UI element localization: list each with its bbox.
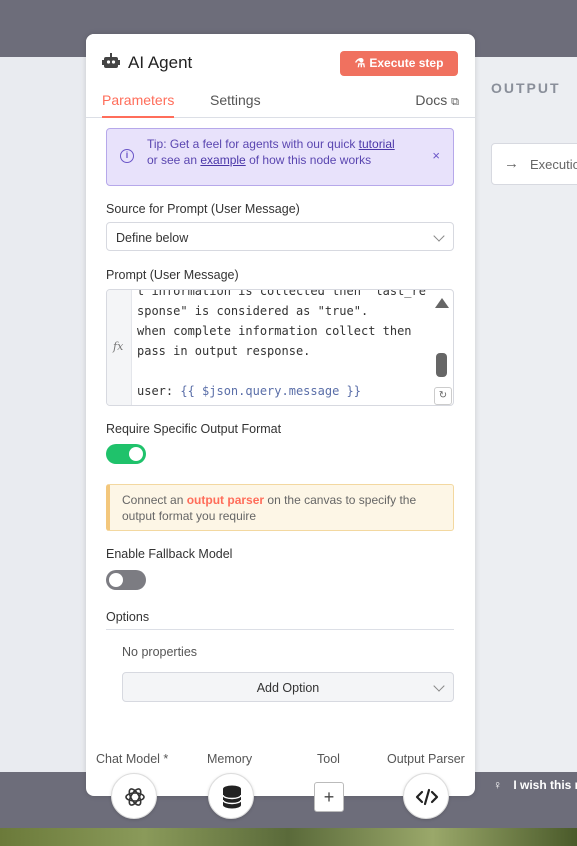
add-option-label: Add Option xyxy=(256,681,320,695)
docs-label: Docs xyxy=(415,92,448,108)
example-link[interactable]: example xyxy=(200,153,245,167)
expand-editor-icon[interactable]: ↻ xyxy=(434,387,452,405)
no-properties-text: No properties xyxy=(122,645,198,659)
prompt-editor[interactable]: fx t information is collected then "last… xyxy=(106,289,454,406)
tab-settings[interactable]: Settings xyxy=(210,92,261,108)
connector-label-memory: Memory xyxy=(207,752,253,766)
tip-text-2: or see an xyxy=(147,153,201,167)
template-expression: {{ $json.query.message }} xyxy=(180,384,361,398)
panel-header: AI Agent ⚗ Execute step xyxy=(86,34,475,90)
execute-step-label: Execute step xyxy=(369,56,444,70)
prompt-label: Prompt (User Message) xyxy=(106,268,239,282)
source-select-value: Define below xyxy=(116,231,189,245)
scroll-up-arrow-icon[interactable] xyxy=(435,298,449,308)
node-settings-panel: AI Agent ⚗ Execute step Parameters Settin… xyxy=(86,34,475,796)
tip-text-3: of how this node works xyxy=(245,153,372,167)
connector-label-chat-model: Chat Model * xyxy=(96,752,169,766)
source-select[interactable]: Define below xyxy=(106,222,454,251)
lightbulb-icon: ♀ xyxy=(493,778,502,792)
execute-previous-label: Executio xyxy=(530,157,577,172)
output-parser-highlight: output parser xyxy=(186,493,265,507)
code-line: sponse" is considered as "true". xyxy=(137,304,369,318)
output-panel-title: OUTPUT xyxy=(491,80,561,96)
arrow-right-icon: → xyxy=(504,155,519,172)
tip-text-1: Tip: Get a feel for agents with our quic… xyxy=(147,137,359,151)
robot-icon xyxy=(102,53,120,68)
source-label: Source for Prompt (User Message) xyxy=(106,202,300,216)
execute-step-button[interactable]: ⚗ Execute step xyxy=(340,51,458,76)
tutorial-link[interactable]: tutorial xyxy=(359,137,395,151)
memory-connector[interactable] xyxy=(208,773,254,819)
chevron-down-icon xyxy=(433,680,445,692)
output-parser-callout: Connect an output parser on the canvas t… xyxy=(106,484,454,531)
output-format-toggle[interactable] xyxy=(106,444,146,464)
code-line: when complete information collect then xyxy=(137,324,412,338)
code-line: pass in output response. xyxy=(137,344,311,358)
info-icon: i xyxy=(120,149,134,163)
panel-tabs: Parameters Settings Docs ⧉ xyxy=(86,90,475,118)
scrollbar-thumb[interactable] xyxy=(436,353,447,377)
flask-icon: ⚗ xyxy=(354,56,366,70)
plus-icon: + xyxy=(323,787,335,807)
add-option-select[interactable]: Add Option xyxy=(122,672,454,702)
node-title[interactable]: AI Agent xyxy=(128,53,192,73)
code-icon xyxy=(415,788,439,806)
prompt-code[interactable]: t information is collected then "last_re… xyxy=(137,289,427,401)
fallback-label: Enable Fallback Model xyxy=(106,547,233,561)
toggle-knob xyxy=(109,573,123,587)
chat-model-connector[interactable] xyxy=(111,773,157,819)
openai-icon xyxy=(125,788,145,806)
taskbar-strip xyxy=(0,828,577,846)
database-icon xyxy=(222,785,242,809)
docs-link[interactable]: Docs ⧉ xyxy=(415,92,459,109)
tip-callout: i Tip: Get a feel for agents with our qu… xyxy=(106,128,454,186)
feedback-text: I wish this n xyxy=(513,778,577,792)
output-format-label: Require Specific Output Format xyxy=(106,422,282,436)
external-link-icon: ⧉ xyxy=(451,96,459,108)
feedback-prompt[interactable]: ♀ I wish this n xyxy=(493,778,577,792)
options-divider xyxy=(106,629,454,630)
toggle-knob xyxy=(129,447,143,461)
connector-label-tool: Tool xyxy=(317,752,340,766)
code-line-prefix: user: xyxy=(137,384,181,398)
chevron-down-icon xyxy=(433,230,445,242)
tab-parameters[interactable]: Parameters xyxy=(102,92,175,118)
close-icon[interactable]: × xyxy=(432,148,440,164)
expression-icon: fx xyxy=(113,340,124,353)
options-title: Options xyxy=(106,610,150,624)
code-line: t information is collected then "last_re xyxy=(137,289,426,298)
connector-label-output-parser: Output Parser xyxy=(387,752,465,766)
warn-text-1: Connect an xyxy=(122,493,187,507)
add-tool-button[interactable]: + xyxy=(314,782,344,812)
fallback-toggle[interactable] xyxy=(106,570,146,590)
execute-previous-nodes-button[interactable]: → Executio xyxy=(491,143,577,185)
output-parser-connector[interactable] xyxy=(403,773,449,819)
code-line: user: {{ $json.query.message }} xyxy=(137,381,427,401)
